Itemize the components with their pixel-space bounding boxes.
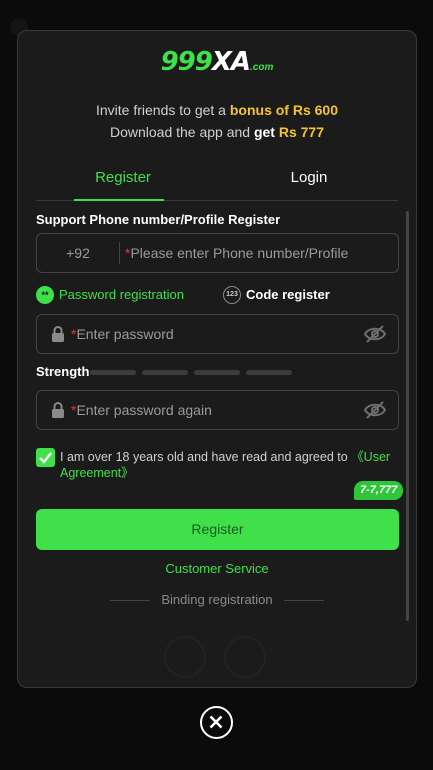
auth-tabs: Register Login: [36, 163, 398, 201]
agreement-text: I am over 18 years old and have read and…: [60, 449, 400, 481]
promo-get: get: [253, 124, 279, 140]
register-modal: 999XA.com Invite friends to get a bonus …: [17, 30, 417, 688]
password-placeholder: Enter password: [76, 326, 174, 342]
strength-bar: [246, 370, 292, 375]
divider-line: [284, 600, 324, 601]
customer-service-link[interactable]: Customer Service: [18, 561, 416, 576]
password-input[interactable]: *Enter password: [71, 315, 174, 353]
promo-text: Download the app and: [109, 124, 254, 140]
active-tab-indicator: [74, 199, 164, 201]
agreement-checkbox[interactable]: [36, 448, 55, 467]
bonus-bubble: 7-7,777: [354, 481, 404, 500]
social-login-icon[interactable]: [164, 636, 206, 678]
promo-text: Invite friends to get a: [96, 102, 230, 118]
logo-number: 999: [160, 47, 213, 77]
password-registration-option[interactable]: ** Password registration: [36, 285, 184, 304]
password-again-input[interactable]: *Enter password again: [71, 391, 212, 429]
register-button[interactable]: Register: [36, 509, 399, 550]
option-label: Code register: [246, 287, 330, 302]
strength-bar: [90, 370, 136, 375]
close-icon: [209, 715, 223, 729]
password-field[interactable]: *Enter password: [36, 314, 399, 354]
logo-domain: .com: [250, 62, 274, 73]
strength-bar: [142, 370, 188, 375]
password-again-placeholder: Enter password again: [76, 402, 212, 418]
country-code[interactable]: +92: [37, 234, 119, 272]
phone-field[interactable]: +92 *Please enter Phone number/Profile: [36, 233, 399, 273]
promo-app-bonus: Rs 777: [278, 124, 325, 140]
strength-bar: [194, 370, 240, 375]
eye-off-icon[interactable]: [364, 401, 386, 419]
code-register-option[interactable]: 123 Code register: [223, 285, 330, 304]
logo-letters: XA: [211, 47, 251, 77]
scrollbar[interactable]: [406, 211, 409, 621]
section-label: Support Phone number/Profile Register: [36, 212, 281, 227]
tab-register[interactable]: Register: [58, 169, 188, 186]
social-login-icon[interactable]: [224, 636, 266, 678]
phone-input[interactable]: *Please enter Phone number/Profile: [125, 234, 348, 272]
divider: [119, 242, 120, 264]
password-icon: **: [36, 285, 54, 304]
agreement-label: I am over 18 years old and have read and…: [60, 450, 352, 464]
eye-off-icon[interactable]: [364, 325, 386, 343]
tab-login[interactable]: Login: [244, 169, 374, 186]
option-label: Password registration: [59, 287, 184, 302]
password-again-field[interactable]: *Enter password again: [36, 390, 399, 430]
promo-line-2: Download the app and get Rs 777: [18, 124, 416, 140]
code-icon: 123: [223, 285, 241, 304]
lock-icon: [52, 326, 64, 342]
lock-icon: [52, 402, 64, 418]
promo-bonus: bonus of Rs 600: [229, 102, 338, 118]
binding-registration-label: Binding registration: [161, 592, 273, 607]
close-button[interactable]: [200, 706, 233, 739]
promo-line-1: Invite friends to get a bonus of Rs 600: [18, 102, 416, 118]
phone-placeholder: Please enter Phone number/Profile: [130, 245, 349, 261]
strength-label: Strength: [36, 364, 90, 379]
brand-logo: 999XA.com: [18, 47, 416, 77]
check-icon: [39, 452, 52, 464]
